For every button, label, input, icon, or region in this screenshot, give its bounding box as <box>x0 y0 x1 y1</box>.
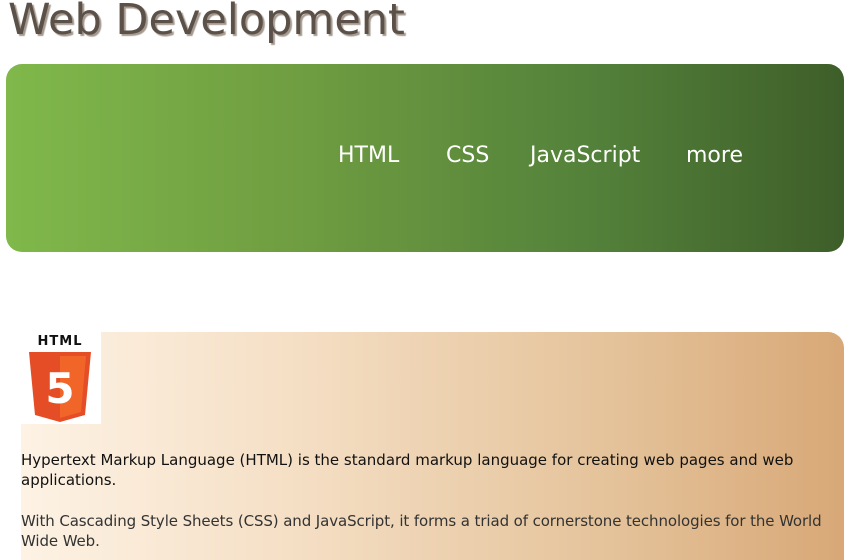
nav-link-html[interactable]: HTML <box>338 141 399 171</box>
nav-link-more[interactable]: more <box>686 141 743 171</box>
description-paragraph: With Cascading Style Sheets (CSS) and Ja… <box>21 512 822 550</box>
page-title: Web Development <box>8 0 405 45</box>
html5-logo: HTML 5 <box>21 332 101 424</box>
page: Web Development HTML CSS JavaScript more… <box>0 0 850 560</box>
html5-logo-number: 5 <box>45 364 74 413</box>
html5-shield-icon: 5 <box>29 352 91 422</box>
html5-logo-text: HTML <box>37 334 83 349</box>
nav-link-css[interactable]: CSS <box>446 141 489 171</box>
nav-link-javascript[interactable]: JavaScript <box>530 141 640 171</box>
nav-bar: HTML CSS JavaScript more <box>6 64 844 252</box>
intro-paragraph: Hypertext Markup Language (HTML) is the … <box>21 451 794 489</box>
